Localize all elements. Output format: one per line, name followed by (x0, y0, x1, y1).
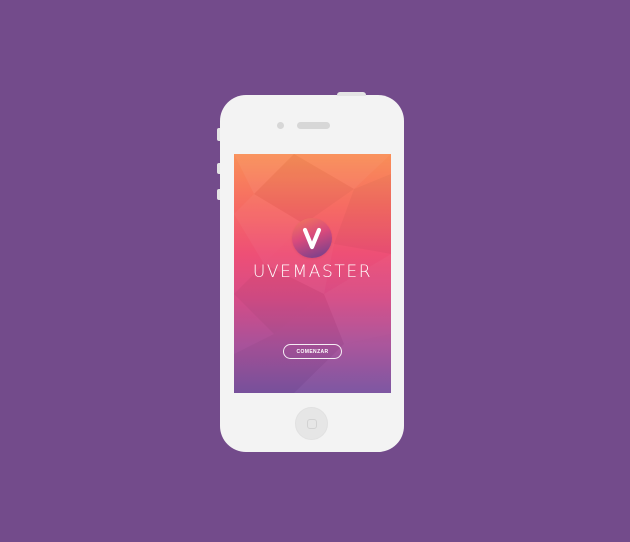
home-button-square (307, 419, 317, 429)
v-logo-icon (292, 218, 332, 258)
mockup-stage: UVEMASTER COMENZAR (0, 0, 630, 542)
start-button[interactable]: COMENZAR (283, 344, 342, 359)
app-screen: UVEMASTER COMENZAR (234, 154, 391, 393)
home-button-icon[interactable] (295, 407, 328, 440)
logo-glyph (302, 227, 322, 250)
camera-icon (277, 122, 284, 129)
power-button (337, 92, 366, 96)
volume-up-button (217, 163, 220, 174)
phone-device: UVEMASTER COMENZAR (217, 92, 404, 452)
brand-name: UVEMASTER (252, 262, 373, 282)
mute-switch (217, 128, 220, 141)
speaker-icon (297, 122, 330, 129)
volume-down-button (217, 189, 220, 200)
